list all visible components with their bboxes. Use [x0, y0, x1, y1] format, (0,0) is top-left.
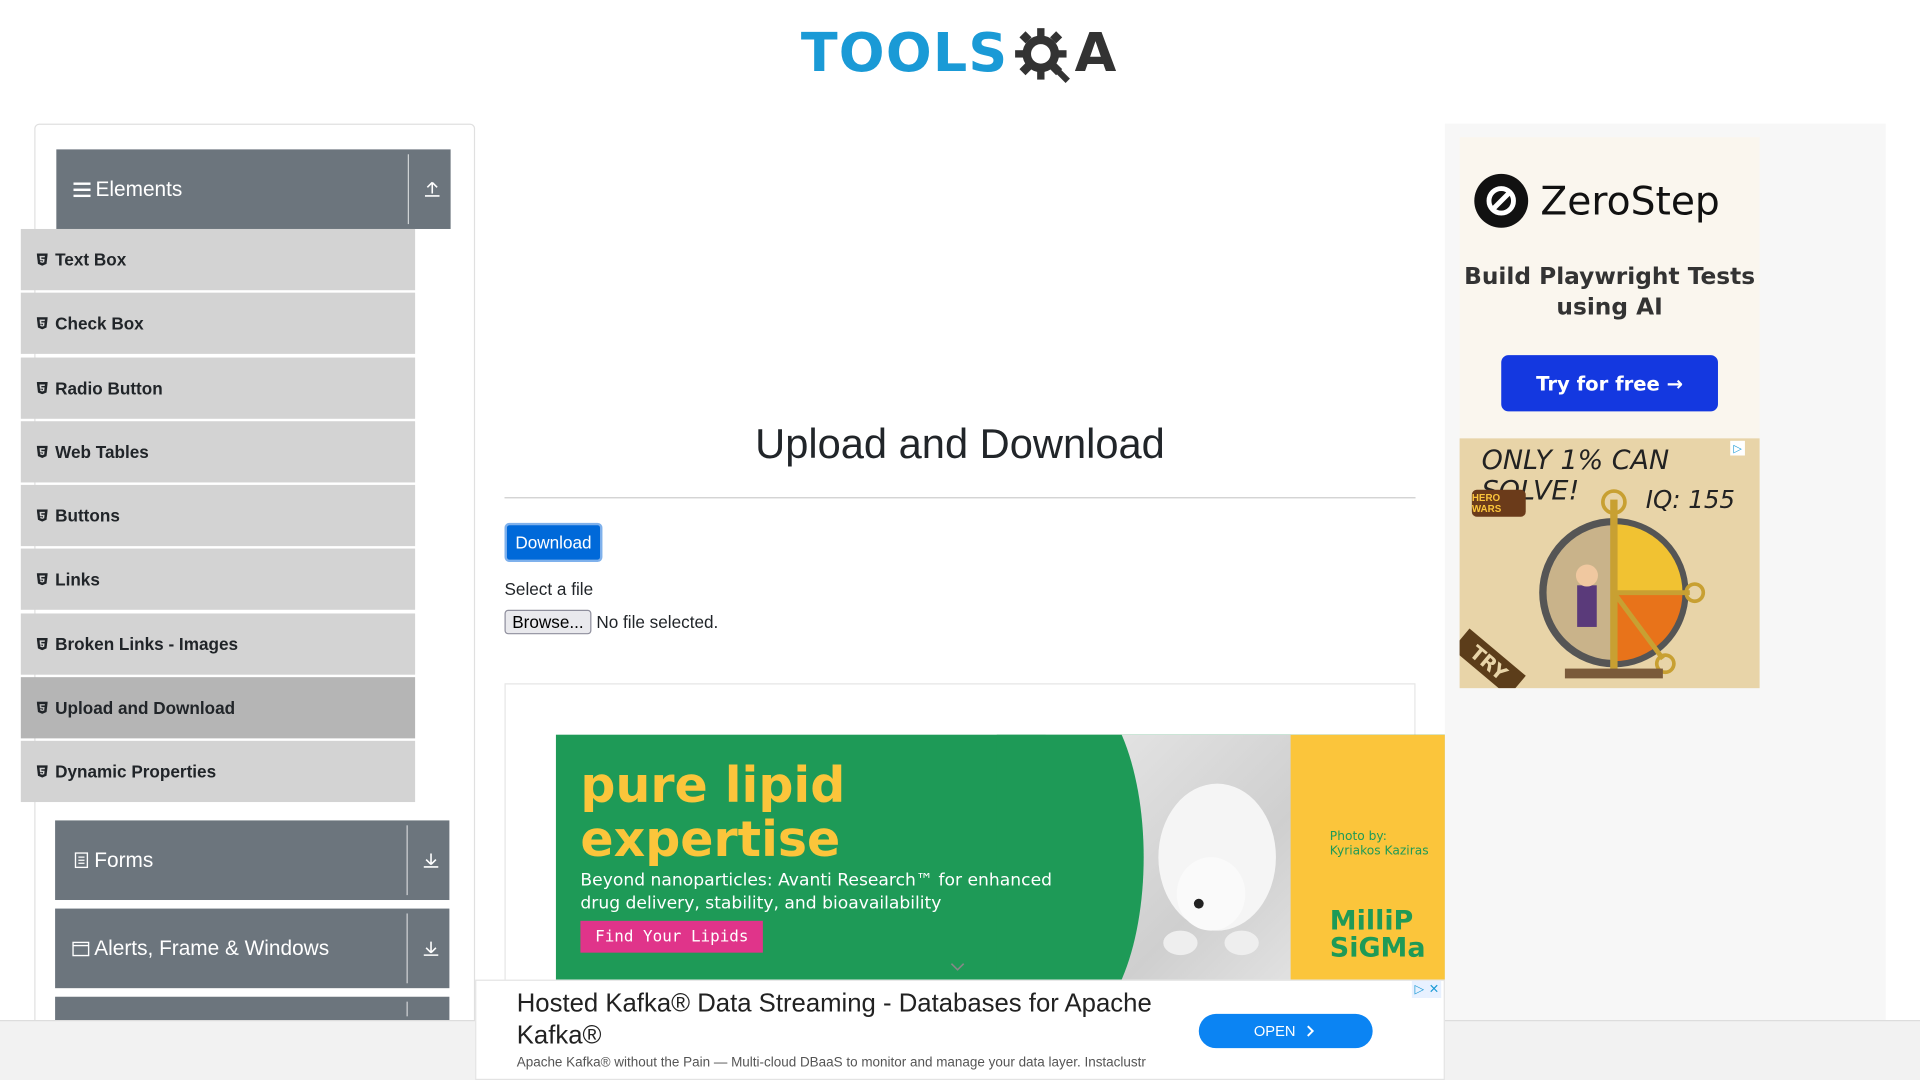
sidebar-item-links[interactable]: Links	[20, 549, 416, 611]
collapse-up-icon[interactable]	[424, 174, 441, 203]
group-label: Forms	[94, 847, 154, 872]
brand-line: SiGMa	[1329, 933, 1426, 964]
sidebar-item-label: Links	[55, 569, 100, 590]
expand-down-icon[interactable]	[422, 845, 439, 874]
html5-icon	[36, 765, 48, 779]
group-header-partial[interactable]	[55, 996, 450, 1022]
sidebar-item-radio-button[interactable]: Radio Button	[20, 357, 416, 419]
sidebar-item-label: Broken Links - Images	[55, 634, 239, 654]
photo-credit-line: Photo by:	[1329, 830, 1387, 844]
toolsqa-logo[interactable]: TOOLS A	[801, 15, 1124, 93]
kafka-ad-banner[interactable]: Hosted Kafka® Data Streaming - Databases…	[475, 979, 1445, 1080]
gear-icon	[1014, 28, 1070, 83]
iq-puzzle-ad[interactable]: ONLY 1% CAN SOLVE! IQ: 155 HERO WARS ▷ T…	[1459, 438, 1760, 689]
html5-icon	[36, 317, 48, 330]
ad-shape	[996, 734, 1144, 980]
divider	[406, 1001, 408, 1017]
html5-icon	[36, 573, 48, 586]
sidebar-item-label: Text Box	[55, 249, 127, 270]
zerostep-brand: ZeroStep	[1540, 177, 1720, 225]
try-for-free-button[interactable]: Try for free →	[1501, 355, 1718, 412]
logo-wordmark: TOOLS	[800, 22, 1009, 85]
html5-icon	[36, 701, 48, 714]
sidebar-item-dynamic-properties[interactable]: Dynamic Properties	[20, 741, 416, 803]
browse-button[interactable]: Browse...	[504, 609, 592, 635]
html5-icon	[36, 381, 48, 394]
zerostep-ad[interactable]: ZeroStep Build Playwright Tests using AI…	[1459, 137, 1760, 439]
polar-bear-image	[1158, 783, 1276, 956]
page-title: Upload and Download	[755, 421, 1165, 468]
ad-brand-logo: MilliP SiGMa	[1329, 906, 1426, 964]
logo-qa-letter: A	[1074, 22, 1117, 85]
sidebar-item-web-tables[interactable]: Web Tables	[20, 421, 416, 483]
logo-qa-mark: A	[1013, 24, 1116, 83]
download-button[interactable]: Download	[504, 522, 603, 563]
group-header-elements[interactable]: Elements	[56, 149, 451, 229]
group-label: Alerts, Frame & Windows	[94, 936, 330, 960]
zerostep-tagline: Build Playwright Tests using AI	[1464, 263, 1756, 321]
zerostep-logo: ZeroStep	[1474, 173, 1720, 228]
sidebar-item-broken-links[interactable]: Broken Links - Images	[20, 613, 416, 675]
open-button-label: OPEN	[1253, 1022, 1296, 1040]
lipid-ad-banner[interactable]: pure lipid expertise Beyond nanoparticle…	[555, 734, 1445, 980]
photo-credit-line: Kyriakos Kaziras	[1329, 844, 1429, 859]
form-icon	[72, 852, 89, 869]
sidebar-item-label: Web Tables	[55, 441, 149, 462]
file-input-label: Select a file	[504, 579, 594, 599]
page: TOOLS A Elements Text Box Check Box Radi…	[0, 0, 1920, 1080]
sidebar-item-label: Upload and Download	[55, 698, 236, 718]
sidebar-item-buttons[interactable]: Buttons	[20, 485, 416, 547]
divider	[407, 154, 409, 225]
try-badge[interactable]: TRY	[1459, 628, 1526, 689]
html5-icon	[36, 637, 48, 650]
sidebar-item-label: Buttons	[55, 505, 120, 526]
sidebar-item-check-box[interactable]: Check Box	[20, 293, 416, 355]
kafka-ad-title[interactable]: Hosted Kafka® Data Streaming - Databases…	[517, 988, 1154, 1052]
sidebar-item-label: Check Box	[55, 313, 144, 334]
close-icon[interactable]: ✕	[1426, 980, 1442, 998]
divider	[504, 497, 1416, 499]
chevron-right-icon	[1307, 1025, 1315, 1037]
kafka-ad-description: Apache Kafka® without the Pain — Multi-c…	[516, 1055, 1146, 1071]
group-header-forms[interactable]: Forms	[55, 820, 450, 901]
ad-headline: pure lipid expertise	[580, 757, 846, 869]
hero-wars-logo: HERO WARS	[1471, 489, 1526, 517]
chevron-down-icon[interactable]	[949, 958, 966, 975]
html5-icon	[36, 445, 48, 458]
find-lipids-button[interactable]: Find Your Lipids	[580, 920, 764, 953]
window-icon	[72, 940, 90, 957]
ad-controls: ▷ ✕	[1411, 980, 1442, 998]
sidebar-item-text-box[interactable]: Text Box	[20, 228, 416, 291]
divider	[406, 825, 408, 896]
hamburger-icon	[73, 181, 91, 198]
brand-line: MilliP	[1329, 906, 1414, 937]
file-status-text: No file selected.	[596, 612, 719, 632]
sidebar-item-label: Radio Button	[55, 377, 163, 398]
adchoices-icon[interactable]: ▷	[1411, 980, 1427, 998]
open-button[interactable]: OPEN	[1198, 1013, 1373, 1049]
photo-credit: Photo by: Kyriakos Kaziras	[1330, 830, 1429, 859]
adchoices-icon[interactable]: ▷	[1730, 440, 1745, 456]
zerostep-logo-icon	[1474, 173, 1529, 228]
ad-subtext: Beyond nanoparticles: Avanti Research™ f…	[580, 870, 1053, 914]
html5-icon	[36, 509, 48, 522]
html5-icon	[36, 253, 48, 266]
sidebar-item-label: Dynamic Properties	[55, 762, 217, 782]
group-header-alerts[interactable]: Alerts, Frame & Windows	[55, 908, 450, 989]
group-label: Elements	[95, 176, 183, 201]
elements-menu: Text Box Check Box Radio Button Web Tabl…	[20, 228, 416, 805]
puzzle-illustration	[1539, 489, 1706, 679]
divider	[406, 913, 408, 984]
sidebar-item-upload-and-download[interactable]: Upload and Download	[20, 677, 416, 739]
expand-down-icon[interactable]	[422, 933, 439, 962]
